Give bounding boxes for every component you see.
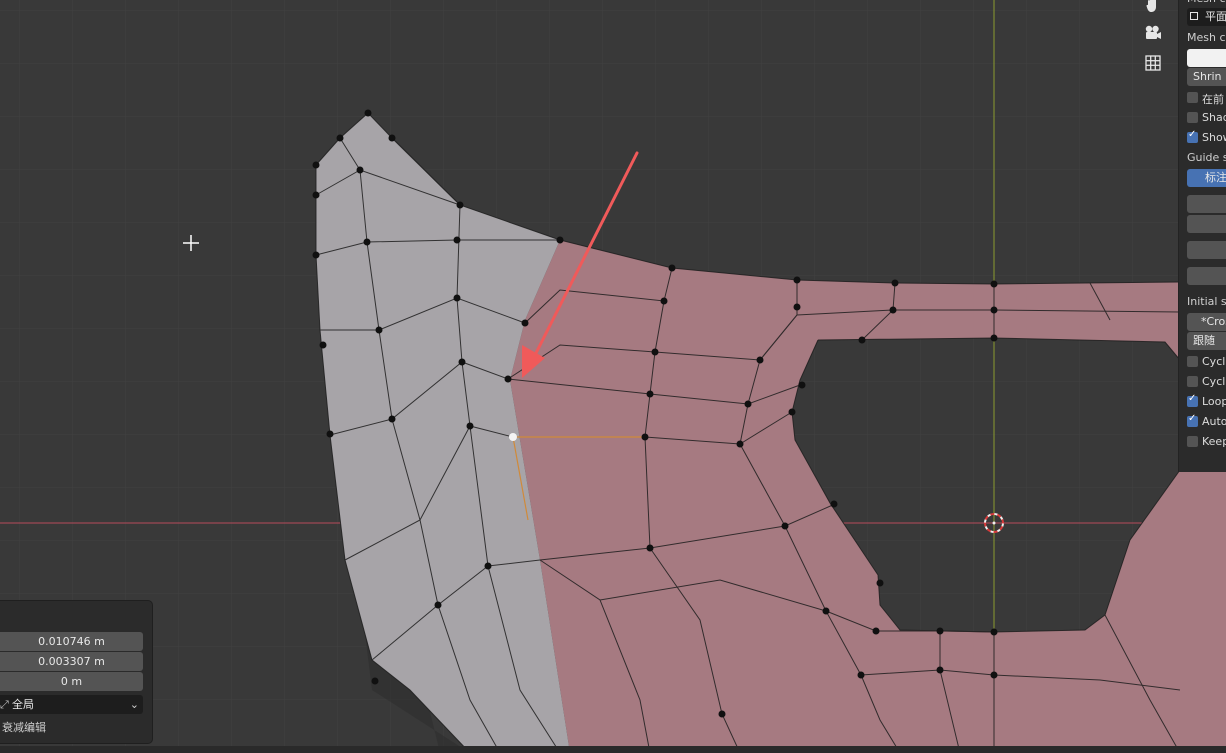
checkbox-loop-label: Loop: [1202, 395, 1226, 408]
move-z-field[interactable]: 0 m: [0, 672, 143, 691]
chevron-down-icon: ⌄: [129, 698, 139, 711]
mesh-collection-field[interactable]: [1187, 49, 1226, 67]
mesh-collection-label: Mesh co: [1187, 31, 1226, 44]
checkbox-auto[interactable]: [1187, 413, 1198, 427]
checkbox-cyclic-2-label: Cycli: [1202, 375, 1226, 388]
follow-button[interactable]: 跟随: [1187, 332, 1226, 350]
mesh-object-icon: [1190, 12, 1198, 20]
shrinkwrap-button[interactable]: Shrin: [1187, 68, 1226, 86]
orientation-dropdown[interactable]: ⤢ 全局 ⌄: [0, 695, 143, 714]
initial-section-label: Initial s: [1187, 295, 1226, 308]
viewport-canvas[interactable]: [0, 0, 1226, 753]
guide-section-label: Guide s: [1187, 151, 1226, 164]
checkbox-show[interactable]: [1187, 129, 1198, 143]
operator-panel: 0.010746 m 0.003307 m 0 m ⤢ 全局 ⌄ 衰减编辑: [0, 600, 153, 744]
status-bar: [0, 746, 1226, 753]
checkbox-shade-label: Shad: [1202, 111, 1226, 124]
checkbox-show-label: Show: [1202, 131, 1226, 144]
checkbox-cyclic-1[interactable]: [1187, 356, 1198, 367]
proportional-editing-label: 衰减编辑: [2, 721, 46, 734]
guide-button-1[interactable]: [1187, 195, 1226, 213]
camera-icon[interactable]: [1142, 22, 1164, 44]
move-x-field[interactable]: 0.010746 m: [0, 632, 143, 651]
checkbox-in-front-label: 在前: [1202, 93, 1224, 106]
grid-icon[interactable]: [1142, 52, 1164, 74]
move-y-field[interactable]: 0.003307 m: [0, 652, 143, 671]
cross-section-button[interactable]: *Cros: [1187, 313, 1226, 331]
guide-tab-annotate[interactable]: 标注: [1187, 169, 1226, 187]
checkbox-cyclic-1-label: Cycli: [1202, 355, 1226, 368]
guide-button-4[interactable]: [1187, 267, 1226, 285]
checkbox-auto-label: Autor: [1202, 415, 1226, 428]
checkbox-keep-label: Keep: [1202, 435, 1226, 448]
active-vertex[interactable]: [509, 433, 517, 441]
checkbox-shade[interactable]: [1187, 112, 1198, 123]
guide-button-3[interactable]: [1187, 241, 1226, 259]
orientation-icon: ⤢: [0, 698, 9, 711]
guide-button-2[interactable]: [1187, 215, 1226, 233]
checkbox-loop[interactable]: [1187, 393, 1198, 407]
checkbox-cyclic-2[interactable]: [1187, 376, 1198, 387]
hand-pan-icon[interactable]: [1142, 0, 1164, 16]
checkbox-in-front[interactable]: [1187, 92, 1198, 103]
sidebar-panel: Mesh c 平面 Mesh co Shrin 在前 Shad Show Gui…: [1178, 0, 1226, 472]
panel-header-label: Mesh c: [1187, 0, 1226, 8]
3d-viewport[interactable]: [0, 0, 1226, 753]
checkbox-keep[interactable]: [1187, 436, 1198, 447]
